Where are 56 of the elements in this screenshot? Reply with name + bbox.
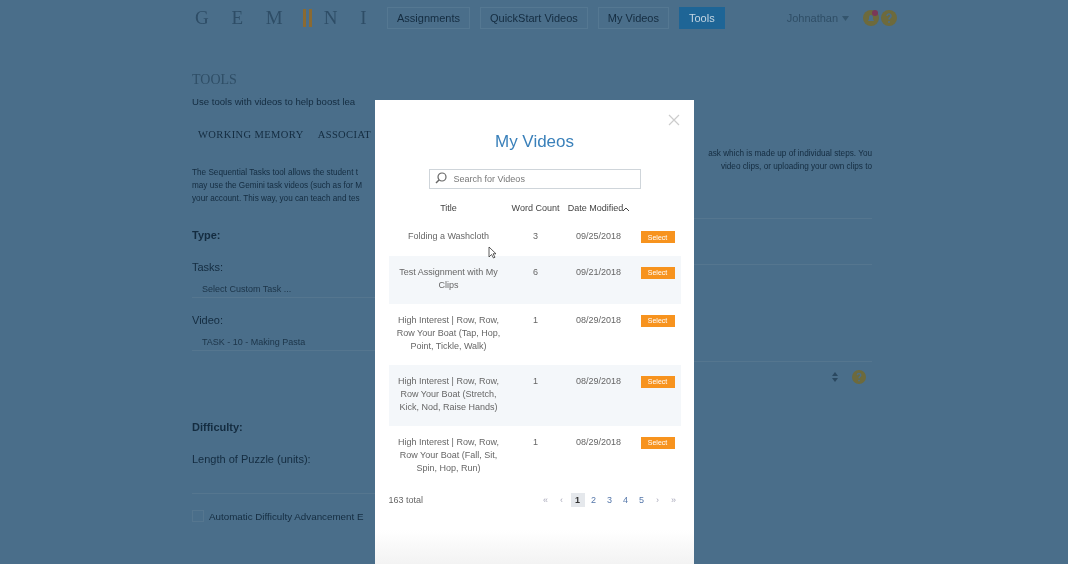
tool-tab[interactable]: WORKING MEMORY: [198, 129, 304, 140]
description-line: The Sequential Tasks tool allows the student t: [192, 167, 359, 179]
bell-icon[interactable]: [863, 10, 880, 26]
page-subtitle: Use tools with videos to help boost lea: [192, 96, 357, 107]
tool-tab[interactable]: ASSOCIAT: [317, 129, 372, 140]
length-label: Length of Puzzle (units):: [192, 453, 312, 465]
tasks-select[interactable]: Select Custom Task ...: [192, 281, 375, 298]
table-cell: 08/29/2018: [575, 375, 621, 386]
table-cell: 09/21/2018: [575, 266, 621, 277]
column-header[interactable]: Word Count: [511, 203, 560, 213]
nav-tab[interactable]: My Videos: [597, 7, 669, 29]
nav-tab[interactable]: Assignments: [387, 7, 470, 29]
table-cell: 1: [533, 314, 538, 325]
caret-icon[interactable]: [842, 15, 850, 21]
total-count: 163 total: [388, 494, 424, 505]
search-icon: [434, 172, 447, 184]
help-icon[interactable]: [852, 370, 866, 384]
page-link[interactable]: 2: [586, 492, 601, 507]
sort-icon[interactable]: [623, 206, 630, 211]
table-cell: High Interest | Row, Row, Row Your Boat (Stretch, Kick, Nod, Raise Hands): [398, 375, 499, 412]
column-header[interactable]: Title: [440, 203, 457, 213]
table-cell: High Interest | Row, Row, Row Your Boat (Tap, Hop, Point, Tickle, Walk): [396, 314, 501, 351]
dialog-title: My Videos: [494, 132, 575, 152]
tasks-label: Tasks:: [192, 261, 225, 273]
help-icon[interactable]: [881, 10, 898, 26]
table-cell: High Interest | Row, Row, Row Your Boat (Fall, Sit, Spin, Hop, Run): [398, 436, 499, 473]
type-label: Type:: [192, 229, 222, 241]
page-link[interactable]: 4: [618, 492, 633, 507]
nav-tab[interactable]: Tools: [679, 7, 725, 29]
spinner-arrows-icon[interactable]: [832, 372, 838, 382]
video-label: Video:: [192, 314, 224, 326]
difficulty-label: Difficulty:: [192, 421, 244, 433]
column-header[interactable]: Date Modified: [567, 203, 624, 213]
page-link[interactable]: 1: [570, 492, 585, 507]
table-cell: 1: [533, 375, 538, 386]
table-cell: 3: [533, 231, 538, 241]
search-field[interactable]: Search for Videos: [428, 169, 641, 189]
table-cell: 6: [533, 266, 538, 277]
page-link[interactable]: 3: [602, 492, 617, 507]
table-cell: 08/29/2018: [575, 314, 621, 325]
table-cell: Test Assignment with My Clips: [399, 266, 498, 290]
table-cell: 09/25/2018: [575, 231, 621, 241]
table-cell: 1: [533, 436, 538, 447]
nav-tab[interactable]: QuickStart Videos: [480, 7, 588, 29]
close-icon[interactable]: [668, 114, 680, 126]
page-link[interactable]: ›: [650, 492, 665, 507]
page-link[interactable]: »: [666, 492, 681, 507]
page-link[interactable]: «: [538, 492, 553, 507]
table-cell: 08/29/2018: [575, 436, 621, 447]
page-link[interactable]: ‹: [554, 492, 569, 507]
table-cell: Folding a Washcloth: [407, 231, 490, 241]
description-line: may use the Gemini task videos (such as for M: [192, 180, 364, 192]
page-link[interactable]: 5: [634, 492, 649, 507]
logo-bars-icon: [301, 9, 314, 27]
checkbox-label: Automatic Difficulty Advancement E: [209, 510, 364, 522]
video-select[interactable]: TASK - 10 - Making Pasta: [192, 334, 375, 351]
